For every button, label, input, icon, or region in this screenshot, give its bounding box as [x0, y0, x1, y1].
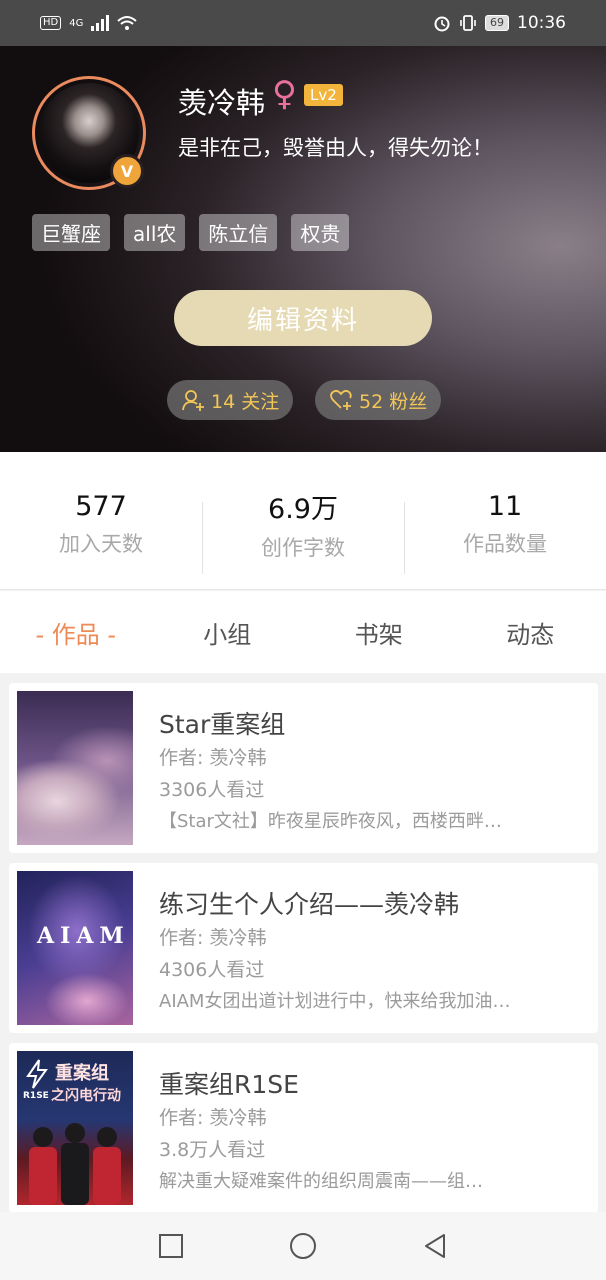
status-right: 69 10:36	[433, 13, 566, 33]
work-author: 作者: 羡冷韩	[159, 747, 267, 769]
tab-activity[interactable]: 动态	[455, 591, 606, 673]
level-badge: Lv2	[304, 84, 343, 106]
work-title: 重案组R1SE	[159, 1070, 299, 1099]
tag-item[interactable]: 陈立信	[199, 214, 278, 251]
work-description: 【Star文社】昨夜星辰昨夜风，西楼西畔…	[159, 811, 502, 832]
tag-item[interactable]: all农	[124, 214, 186, 251]
back-triangle-icon	[425, 1234, 445, 1258]
work-card[interactable]: Star重案组 作者: 羡冷韩 3306人看过 【Star文社】昨夜星辰昨夜风，…	[9, 683, 598, 853]
group-photo	[29, 1123, 121, 1205]
stat-days: 577 加入天数	[0, 452, 202, 589]
username: 羡冷韩	[178, 86, 266, 120]
female-icon: ♀	[272, 74, 297, 114]
stat-value: 11	[487, 491, 523, 522]
work-author: 作者: 羡冷韩	[159, 927, 267, 949]
vibrate-icon	[460, 15, 476, 31]
signal-icon	[91, 15, 110, 31]
work-cover[interactable]: AIAM	[17, 871, 133, 1025]
work-title: 练习生个人介绍——羡冷韩	[159, 890, 460, 919]
home-button[interactable]	[289, 1232, 317, 1260]
work-description: AIAM女团出道计划进行中，快来给我加油…	[159, 991, 511, 1012]
work-card[interactable]: AIAM 练习生个人介绍——羡冷韩 作者: 羡冷韩 4306人看过 AIAM女团…	[9, 863, 598, 1033]
work-description: 解决重大疑难案件的组织周震南——组…	[159, 1171, 483, 1192]
work-card[interactable]: 重案组 之闪电行动 R1SE 重案组R1SE 作者: 羡冷韩 3.8万人看过 解…	[9, 1043, 598, 1213]
stat-works: 11 作品数量	[404, 452, 606, 589]
work-author: 作者: 羡冷韩	[159, 1107, 267, 1129]
system-nav-bar	[0, 1212, 606, 1280]
alarm-icon	[434, 16, 450, 32]
works-list: Star重案组 作者: 羡冷韩 3306人看过 【Star文社】昨夜星辰昨夜风，…	[9, 683, 598, 1223]
profile-header: V 羡冷韩 ♀ Lv2 是非在己，毁誉由人，得失勿论！ 巨蟹座 all农 陈立信…	[0, 46, 606, 452]
fans-label: 52 粉丝	[359, 390, 428, 413]
work-title: Star重案组	[159, 710, 286, 739]
wifi-icon	[117, 16, 138, 30]
cover-text: AIAM	[37, 923, 130, 949]
stat-label: 作品数量	[463, 532, 547, 556]
following-button[interactable]: 14 关注	[167, 380, 294, 420]
edit-profile-button[interactable]: 编辑资料	[174, 290, 432, 346]
cover-text: 重案组	[55, 1063, 109, 1084]
work-views: 3306人看过	[159, 779, 265, 801]
profile-tabs: - 作品 - 小组 书架 动态	[0, 591, 606, 673]
stat-label: 创作字数	[261, 536, 345, 560]
tab-bookshelf[interactable]: 书架	[303, 591, 455, 673]
tag-list: 巨蟹座 all农 陈立信 权贵	[32, 214, 350, 251]
work-views: 3.8万人看过	[159, 1139, 266, 1161]
stat-value: 6.9万	[268, 494, 338, 525]
battery-indicator: 69	[485, 15, 509, 31]
tag-item[interactable]: 巨蟹座	[32, 214, 110, 251]
fans-button[interactable]: 52 粉丝	[315, 380, 442, 420]
tag-item[interactable]: 权贵	[291, 214, 350, 251]
tab-groups[interactable]: 小组	[152, 591, 304, 673]
square-nav-icon	[159, 1234, 183, 1258]
user-bio: 是非在己，毁誉由人，得失勿论！	[178, 136, 493, 160]
person-add-icon	[182, 390, 204, 411]
work-cover[interactable]	[17, 691, 133, 845]
hd-badge: HD	[40, 16, 62, 30]
work-views: 4306人看过	[159, 959, 265, 981]
cover-subtext: 之闪电行动	[51, 1088, 121, 1104]
stat-value: 577	[75, 491, 127, 522]
clock: 10:36	[517, 13, 566, 33]
stats-bar: 577 加入天数 6.9万 创作字数 11 作品数量	[0, 452, 606, 590]
circle-nav-icon	[290, 1233, 316, 1259]
heart-add-icon	[330, 389, 352, 410]
following-label: 14 关注	[211, 390, 280, 413]
tab-works[interactable]: - 作品 -	[0, 591, 152, 673]
lightning-icon	[26, 1059, 48, 1089]
stat-words: 6.9万 创作字数	[202, 452, 404, 589]
network-label: 4G	[69, 17, 84, 29]
recents-button[interactable]	[157, 1232, 185, 1260]
verified-badge: V	[110, 154, 144, 188]
back-button[interactable]	[421, 1232, 449, 1260]
stat-label: 加入天数	[59, 532, 143, 556]
status-left: HD 4G	[40, 15, 138, 31]
status-bar: HD 4G 69 10:36	[0, 0, 606, 46]
work-cover[interactable]: 重案组 之闪电行动 R1SE	[17, 1051, 133, 1205]
cover-logo: R1SE	[23, 1091, 49, 1101]
